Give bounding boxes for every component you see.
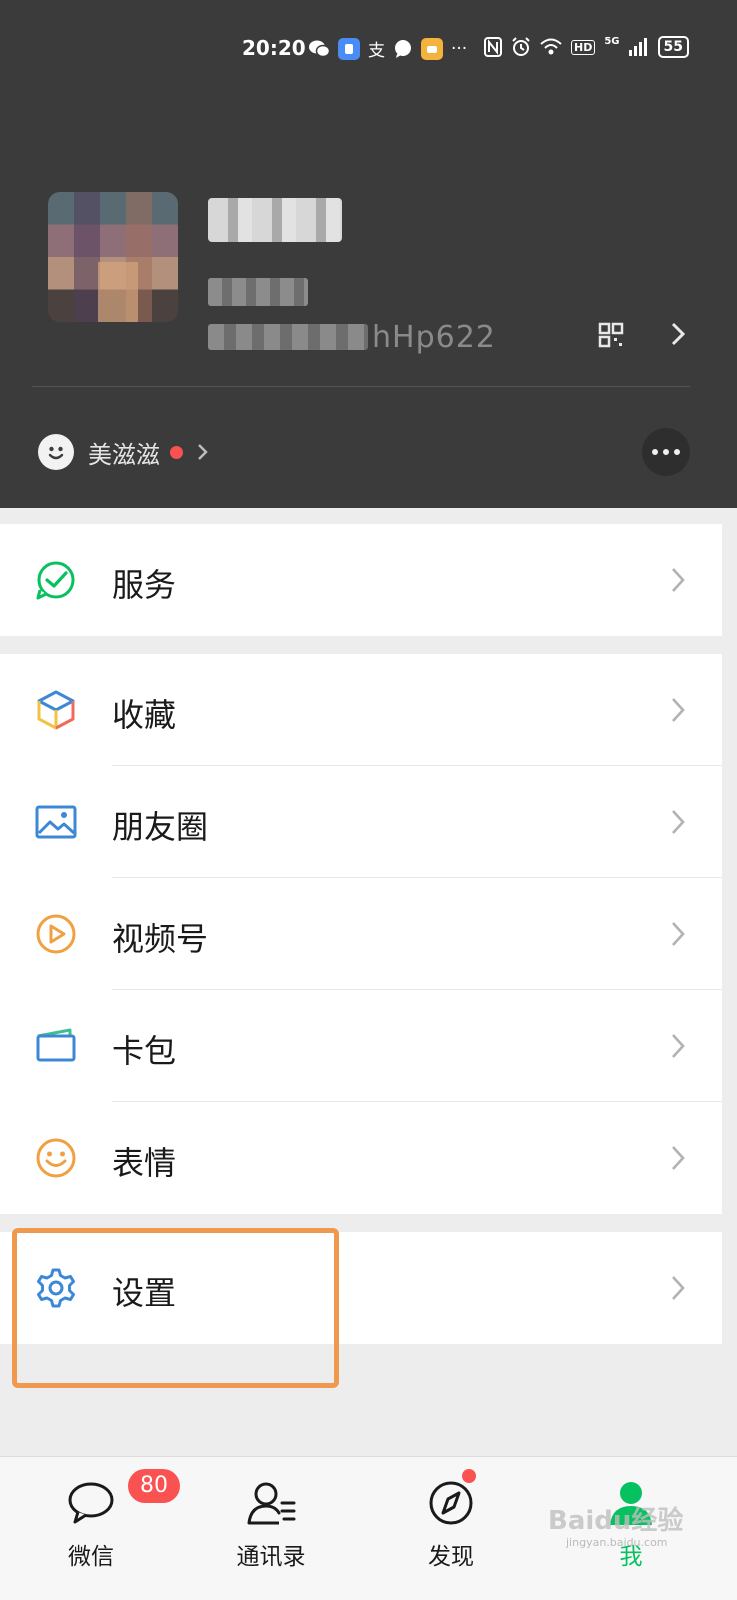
menu-item-moments[interactable]: 朋友圈: [0, 766, 722, 878]
chevron-right-icon: [668, 1142, 688, 1174]
menu-item-stickers[interactable]: 表情: [0, 1102, 722, 1214]
stickers-smile-icon: [34, 1136, 78, 1180]
services-icon: [34, 558, 78, 602]
favorites-cube-icon: [34, 688, 78, 732]
battery-indicator: 55: [657, 36, 689, 58]
status-red-dot: [170, 445, 183, 459]
message-icon: [393, 39, 413, 59]
cards-label: 卡包: [112, 1032, 177, 1070]
stickers-label: 表情: [112, 1144, 177, 1182]
profile-header: 20:20 支 ··· HD 5G 55 hHp622 美滋滋: [0, 0, 737, 508]
tab-contacts-label: 通讯录: [236, 1544, 306, 1570]
discover-red-dot: [462, 1469, 476, 1483]
tab-discover[interactable]: 发现: [386, 1457, 516, 1600]
header-divider: [32, 386, 690, 387]
wechat-id-suffix: hHp622: [372, 319, 496, 355]
services-group: 服务: [0, 524, 722, 636]
more-notifications-icon: ···: [451, 38, 468, 59]
baidu-watermark: Baidu经验: [548, 1506, 684, 1536]
wechat-id[interactable]: hHp622: [208, 319, 496, 355]
status-chevron-icon: [197, 442, 209, 462]
unread-badge: 80: [128, 1469, 180, 1503]
signal-icon: [628, 38, 649, 56]
channels-label: 视频号: [112, 920, 209, 958]
profile-chevron-icon[interactable]: [668, 320, 688, 348]
tab-chats-label: 微信: [68, 1544, 114, 1570]
services-label: 服务: [112, 566, 177, 604]
menu-item-channels[interactable]: 视频号: [0, 878, 722, 990]
menu-item-favorites[interactable]: 收藏: [0, 654, 722, 766]
chevron-right-icon: [668, 1030, 688, 1062]
more-dot: [663, 449, 669, 455]
chevron-right-icon: [668, 806, 688, 838]
channels-play-icon: [34, 912, 78, 956]
menu-item-cards[interactable]: 卡包: [0, 990, 722, 1102]
settings-highlight-annotation: [12, 1228, 339, 1388]
tab-contacts[interactable]: 通讯录: [206, 1457, 336, 1600]
more-dot: [674, 449, 680, 455]
chevron-right-icon: [668, 1272, 688, 1304]
nfc-icon: [484, 37, 502, 57]
contacts-icon: [246, 1479, 296, 1527]
status-row[interactable]: 美滋滋: [38, 432, 209, 472]
app-notification-icon-2: [421, 37, 443, 60]
moments-image-icon: [34, 800, 78, 844]
wifi-icon: [540, 38, 562, 56]
more-dot: [652, 449, 658, 455]
chevron-right-icon: [668, 694, 688, 726]
wechat-notification-icon: [308, 39, 330, 59]
menu-item-services[interactable]: 服务: [0, 524, 722, 636]
more-button[interactable]: [642, 428, 690, 476]
hd-icon: HD: [571, 39, 596, 55]
wechat-id-blurred: [208, 324, 368, 350]
qr-code-icon[interactable]: [598, 322, 624, 348]
alarm-icon: [511, 37, 531, 57]
notification-icons: 支 ···: [308, 36, 467, 61]
compass-icon: [426, 1479, 476, 1527]
alipay-icon: 支: [368, 41, 385, 61]
cards-wallet-icon: [34, 1024, 78, 1068]
avatar[interactable]: [48, 192, 178, 322]
region-blurred: [208, 278, 308, 306]
status-time: 20:20: [242, 36, 306, 60]
baidu-watermark-url: jingyan.baidu.com: [566, 1536, 668, 1549]
main-menu-group: 收藏 朋友圈 视频号 卡包 表情: [0, 654, 722, 1214]
chevron-right-icon: [668, 564, 688, 596]
nickname-blurred[interactable]: [208, 198, 342, 242]
status-text: 美滋滋: [88, 440, 160, 469]
moments-label: 朋友圈: [112, 808, 209, 846]
status-bar: 20:20 支 ··· HD 5G 55: [0, 30, 737, 70]
tab-chats[interactable]: 80 微信: [26, 1457, 180, 1600]
tab-discover-label: 发现: [428, 1544, 474, 1570]
chevron-right-icon: [668, 918, 688, 950]
chat-bubble-icon: [66, 1479, 116, 1527]
app-notification-icon: [338, 37, 360, 60]
favorites-label: 收藏: [112, 696, 177, 734]
system-icons: HD 5G 55: [484, 36, 689, 58]
status-smile-icon: [38, 434, 74, 470]
network-type-label: 5G: [604, 36, 620, 47]
